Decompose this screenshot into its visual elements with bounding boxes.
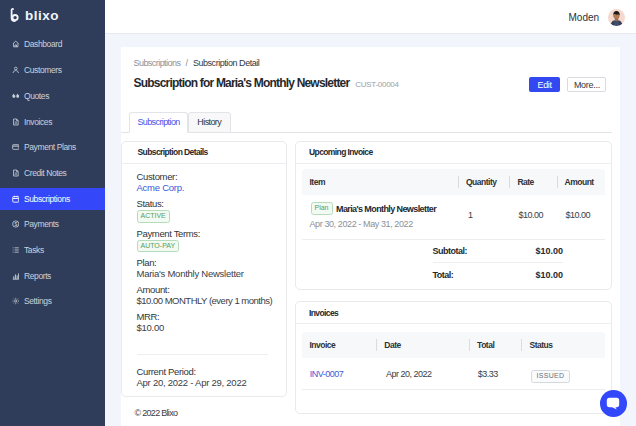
svg-text:$: $: [14, 221, 17, 227]
